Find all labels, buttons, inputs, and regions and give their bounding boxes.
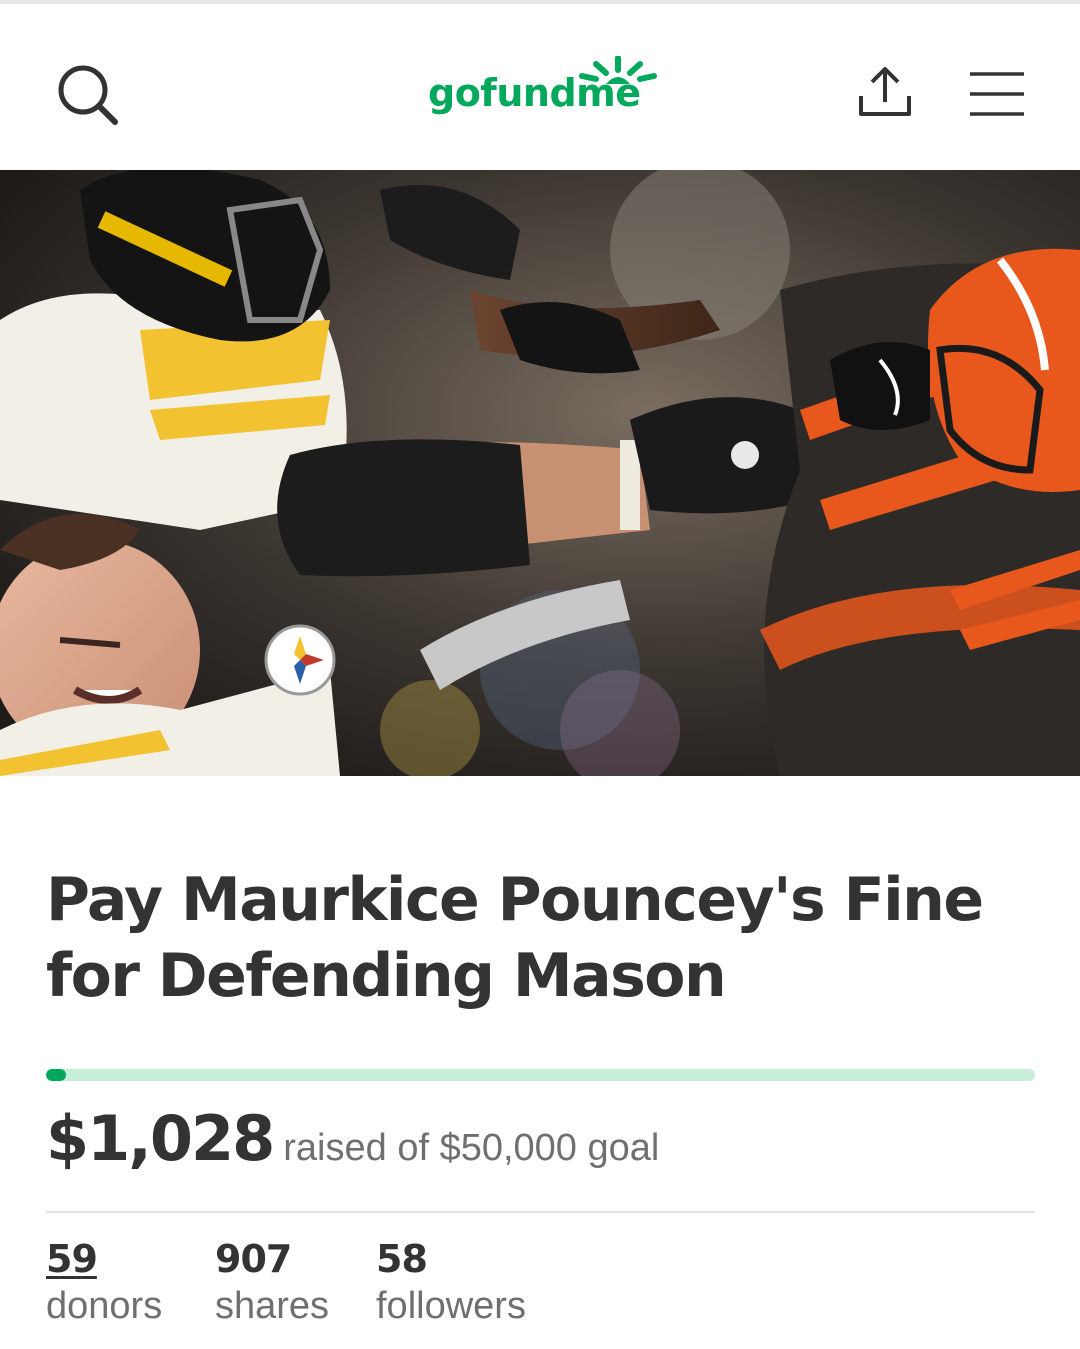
- donors-count[interactable]: 59: [46, 1236, 162, 1282]
- campaign-hero-image[interactable]: [0, 170, 1080, 776]
- search-icon[interactable]: [55, 62, 121, 128]
- followers-stat: 58 followers: [376, 1236, 526, 1330]
- followers-count: 58: [376, 1237, 428, 1281]
- donors-label: donors: [46, 1285, 163, 1327]
- share-icon[interactable]: [855, 62, 915, 122]
- shares-label: shares: [215, 1285, 330, 1327]
- progress-bar-fill: [46, 1069, 66, 1081]
- campaign-title-line-2: for Defending Mason: [46, 941, 727, 1011]
- logo-text: gofundme: [428, 71, 641, 115]
- goal-text: raised of $50,000 goal: [283, 1127, 660, 1169]
- amount-raised-summary: $1,028 raised of $50,000 goal: [46, 1102, 659, 1175]
- stats-divider: [46, 1211, 1035, 1213]
- donors-stat[interactable]: 59 donors: [46, 1236, 162, 1330]
- football-fight-photo: [0, 170, 1080, 776]
- progress-bar: [46, 1069, 1035, 1081]
- amount-raised: $1,028: [46, 1102, 275, 1175]
- gofundme-logo[interactable]: gofundme: [420, 56, 670, 132]
- shares-count: 907: [215, 1237, 292, 1281]
- shares-stat: 907 shares: [215, 1236, 329, 1330]
- site-header: gofundme: [0, 4, 1080, 170]
- campaign-title: Pay Maurkice Pouncey's Fine for Defendin…: [46, 862, 1036, 1014]
- followers-label: followers: [376, 1285, 526, 1327]
- campaign-title-line-1: Pay Maurkice Pouncey's Fine: [46, 865, 984, 935]
- menu-icon[interactable]: [968, 70, 1026, 118]
